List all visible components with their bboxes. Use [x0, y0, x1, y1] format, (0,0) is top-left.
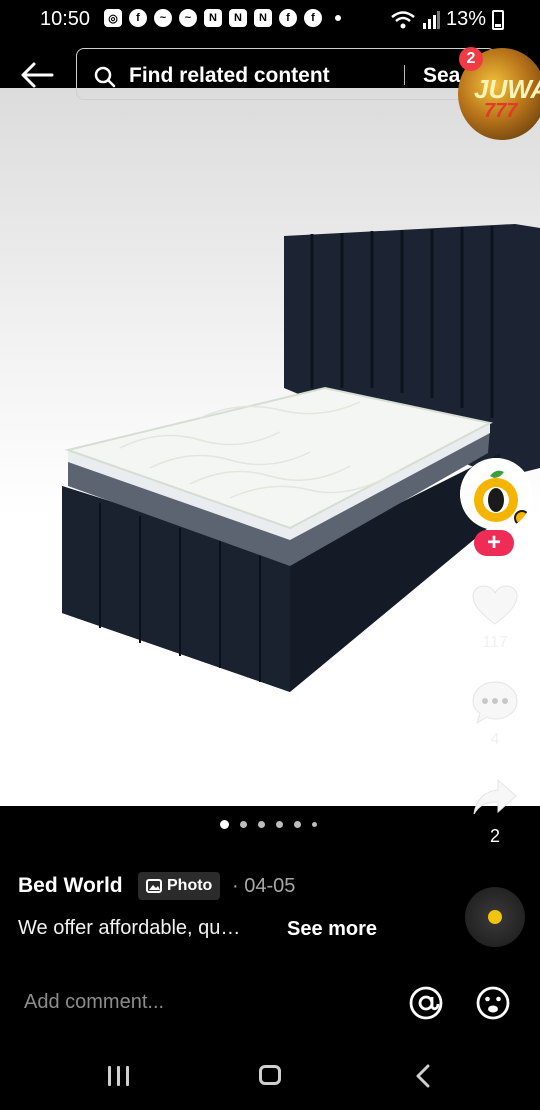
carousel-dot[interactable]	[240, 821, 247, 828]
recents-button[interactable]	[108, 1066, 129, 1086]
app-notification-icon: N	[204, 9, 222, 27]
avatar-logo	[460, 458, 532, 530]
see-more-link[interactable]: See more	[287, 918, 377, 941]
facebook-icon: f	[129, 9, 147, 27]
post-date: · 04-05	[232, 875, 296, 897]
app-notification-icon: N	[254, 9, 272, 27]
like-count: 117	[482, 634, 508, 651]
emoji-icon[interactable]	[475, 985, 511, 1021]
signal-icon	[422, 10, 440, 29]
carousel-dot[interactable]	[220, 820, 229, 829]
comment-count: 4	[490, 731, 500, 748]
battery-percent: 13%	[445, 8, 486, 30]
home-button[interactable]	[259, 1065, 281, 1085]
battery-icon	[492, 9, 504, 30]
instagram-icon: ◎	[104, 9, 122, 27]
comment-input[interactable]: Add comment...	[24, 991, 164, 1014]
system-nav-bar	[0, 1040, 540, 1110]
wifi-icon	[391, 10, 415, 28]
facebook-icon: f	[279, 9, 297, 27]
search-input[interactable]: Find related content	[129, 64, 330, 88]
author-name[interactable]: Bed World	[18, 874, 123, 898]
app-notification-icon: N	[229, 9, 247, 27]
photo-tag-label: Photo	[167, 877, 213, 894]
nav-back-icon[interactable]	[414, 1064, 432, 1088]
music-disc[interactable]	[465, 887, 525, 947]
post-photo[interactable]	[0, 88, 540, 806]
follow-button[interactable]: +	[474, 530, 514, 556]
messenger-icon: ~	[179, 9, 197, 27]
image-icon	[146, 879, 162, 893]
status-time: 10:50	[40, 8, 91, 30]
post-caption[interactable]: We offer affordable, qu…	[18, 917, 240, 940]
music-disc-center	[488, 910, 502, 924]
search-button[interactable]: Sea	[423, 64, 460, 88]
share-icon[interactable]	[472, 778, 518, 818]
search-icon	[94, 66, 116, 88]
notification-icons: ◎ f ~ ~ N N N f f	[104, 9, 341, 27]
bed-image	[62, 224, 540, 692]
status-bar: 10:50 ◎ f ~ ~ N N N f f 13%	[0, 0, 540, 40]
carousel-dot[interactable]	[312, 822, 317, 827]
ad-badge: 2	[459, 47, 483, 71]
system-indicators: 13%	[390, 8, 504, 31]
photo-tag: Photo	[138, 872, 221, 900]
mention-icon[interactable]	[408, 985, 444, 1021]
facebook-icon: f	[304, 9, 322, 27]
more-notifications-dot	[335, 15, 341, 21]
carousel-dot[interactable]	[276, 821, 283, 828]
search-bar[interactable]: Find related content Sea	[76, 48, 496, 100]
comment-bar: Add comment...	[0, 970, 540, 1036]
back-arrow-icon[interactable]	[20, 60, 56, 90]
share-count: 2	[489, 826, 500, 846]
carousel-indicator	[220, 820, 317, 829]
carousel-dot[interactable]	[258, 821, 265, 828]
search-divider	[404, 65, 405, 85]
heart-icon[interactable]	[471, 584, 519, 628]
ad-brand-number: 777	[484, 100, 518, 122]
comment-icon[interactable]	[471, 680, 519, 726]
carousel-dot[interactable]	[294, 821, 301, 828]
messenger-icon: ~	[154, 9, 172, 27]
creator-avatar[interactable]	[460, 458, 532, 530]
